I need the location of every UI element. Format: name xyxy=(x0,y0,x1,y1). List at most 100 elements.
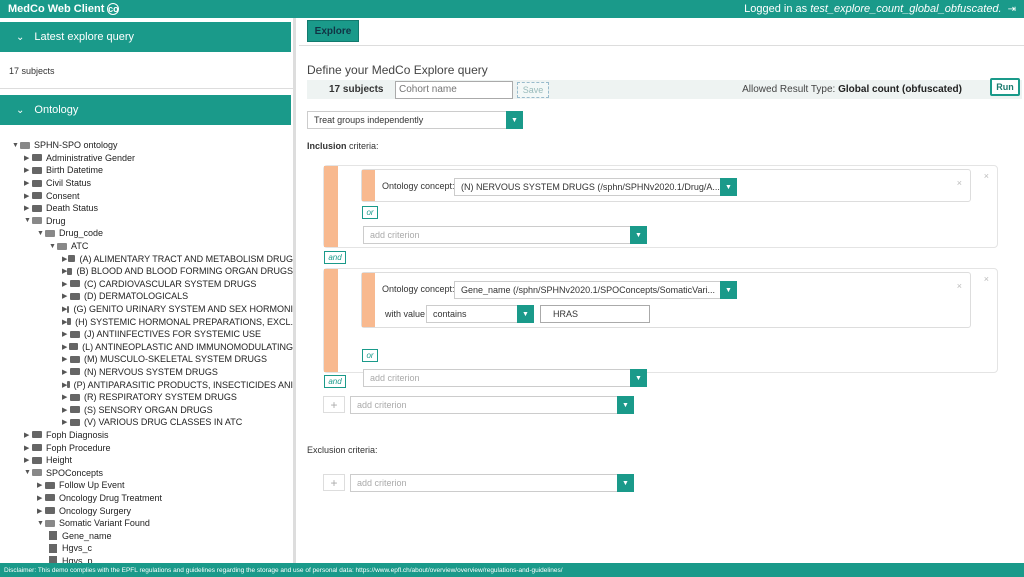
tree-node[interactable]: ▶ Death Status xyxy=(12,202,293,215)
tree-node[interactable]: ▶ (B) BLOOD AND BLOOD FORMING ORGAN DRUGS xyxy=(12,265,293,278)
tree-node-label: (S) SENSORY ORGAN DRUGS xyxy=(84,404,213,415)
tree-node[interactable]: ▼ Drug_code xyxy=(12,227,293,240)
tree-node[interactable]: ▶ Birth Datetime xyxy=(12,164,293,177)
tree-node[interactable]: ▶ (R) RESPIRATORY SYSTEM DRUGS xyxy=(12,391,293,404)
expand-right-icon[interactable]: ▶ xyxy=(62,330,70,338)
tree-node[interactable]: ▶ (D) DERMATOLOGICALS xyxy=(12,290,293,303)
tree-node[interactable]: ▶ (V) VARIOUS DRUG CLASSES IN ATC xyxy=(12,416,293,429)
folder-icon xyxy=(32,192,42,200)
close-icon[interactable]: × xyxy=(984,171,989,181)
add-criterion-select[interactable]: add criterion ▼ xyxy=(350,474,634,492)
expand-down-icon[interactable]: ▼ xyxy=(12,142,20,149)
tree-node[interactable]: ▶ Oncology Drug Treatment xyxy=(12,492,293,505)
ontology-header[interactable]: ⌄ Ontology xyxy=(0,95,291,125)
expand-right-icon[interactable]: ▶ xyxy=(62,368,70,376)
folder-icon xyxy=(67,381,70,389)
expand-down-icon[interactable]: ▼ xyxy=(24,217,32,224)
expand-right-icon[interactable]: ▶ xyxy=(24,192,32,200)
tree-node[interactable]: ▼ SPHN-SPO ontology xyxy=(12,139,293,152)
tree-node-label: (M) MUSCULO-SKELETAL SYSTEM DRUGS xyxy=(84,354,268,365)
tree-node[interactable]: ▶ (N) NERVOUS SYSTEM DRUGS xyxy=(12,366,293,379)
expand-right-icon[interactable]: ▶ xyxy=(24,456,32,464)
or-button[interactable]: or xyxy=(362,206,378,219)
tree-node[interactable]: ▶ Civil Status xyxy=(12,177,293,190)
add-group-button[interactable]: + xyxy=(323,396,345,413)
tree-node[interactable]: ▶ Height xyxy=(12,454,293,467)
expand-right-icon[interactable]: ▶ xyxy=(62,280,70,288)
tree-node[interactable]: ▼ ATC xyxy=(12,240,293,253)
expand-right-icon[interactable]: ▶ xyxy=(24,431,32,439)
expand-right-icon[interactable]: ▶ xyxy=(62,418,70,426)
add-criterion-select[interactable]: add criterion ▼ xyxy=(363,369,647,387)
tree-node[interactable]: ▶ (G) GENITO URINARY SYSTEM AND SEX HORMO… xyxy=(12,303,293,316)
expand-right-icon[interactable]: ▶ xyxy=(62,393,70,401)
expand-right-icon[interactable]: ▶ xyxy=(37,494,45,502)
operator-select[interactable]: contains ▼ xyxy=(426,305,534,323)
tree-node[interactable]: ▶ Consent xyxy=(12,189,293,202)
tree-node[interactable]: ▶ (S) SENSORY ORGAN DRUGS xyxy=(12,403,293,416)
expand-right-icon[interactable]: ▶ xyxy=(62,343,69,351)
chevron-down-icon: ▼ xyxy=(630,226,647,244)
tree-node-label: ATC xyxy=(71,241,89,252)
tree-node-label: Civil Status xyxy=(46,178,92,189)
expand-right-icon[interactable]: ▶ xyxy=(37,481,45,489)
folder-icon xyxy=(32,166,42,174)
expand-down-icon[interactable]: ▼ xyxy=(37,230,45,237)
ontology-concept-select[interactable]: (N) NERVOUS SYSTEM DRUGS (/sphn/SPHNv202… xyxy=(454,178,737,196)
and-button[interactable]: and xyxy=(324,251,346,264)
tree-node[interactable]: ▼ Somatic Variant Found xyxy=(12,517,293,530)
close-icon[interactable]: × xyxy=(984,274,989,284)
run-button[interactable]: Run xyxy=(990,78,1020,96)
and-button[interactable]: and xyxy=(324,375,346,388)
add-criterion-select[interactable]: add criterion ▼ xyxy=(350,396,634,414)
tree-node[interactable]: Gene_name xyxy=(12,529,293,542)
expand-right-icon[interactable]: ▶ xyxy=(24,154,32,162)
tree-node[interactable]: ▶ Foph Procedure xyxy=(12,441,293,454)
or-button[interactable]: or xyxy=(362,349,378,362)
expand-right-icon[interactable]: ▶ xyxy=(24,444,32,452)
add-criterion-select[interactable]: add criterion ▼ xyxy=(363,226,647,244)
tree-node[interactable]: ▶ (L) ANTINEOPLASTIC AND IMMUNOMODULATING xyxy=(12,341,293,354)
expand-right-icon[interactable]: ▶ xyxy=(24,166,32,174)
tree-node[interactable]: ▶ (M) MUSCULO-SKELETAL SYSTEM DRUGS xyxy=(12,353,293,366)
logout-icon[interactable]: ⇥ xyxy=(1008,4,1016,15)
tree-node[interactable]: ▶ (C) CARDIOVASCULAR SYSTEM DRUGS xyxy=(12,278,293,291)
tree-node[interactable]: ▶ (A) ALIMENTARY TRACT AND METABOLISM DRU… xyxy=(12,252,293,265)
cohort-name-input[interactable] xyxy=(395,80,513,99)
tree-node[interactable]: ▶ Follow Up Event xyxy=(12,479,293,492)
latest-query-header[interactable]: ⌄ Latest explore query xyxy=(0,22,291,52)
save-button[interactable]: Save xyxy=(517,81,549,98)
tree-node-label: (A) ALIMENTARY TRACT AND METABOLISM DRUG xyxy=(79,253,293,264)
tree-node[interactable]: Hgvs_p xyxy=(12,555,293,563)
expand-right-icon[interactable]: ▶ xyxy=(24,204,32,212)
tree-node[interactable]: Hgvs_c xyxy=(12,542,293,555)
folder-icon xyxy=(32,456,42,464)
tab-explore[interactable]: Explore xyxy=(307,20,359,42)
expand-right-icon[interactable]: ▶ xyxy=(37,507,45,515)
expand-down-icon[interactable]: ▼ xyxy=(49,243,57,250)
tree-node[interactable]: ▼ SPOConcepts xyxy=(12,466,293,479)
folder-icon xyxy=(70,355,80,363)
tree-node[interactable]: ▶ Administrative Gender xyxy=(12,152,293,165)
groups-mode-select[interactable]: Treat groups independently ▼ xyxy=(307,111,523,129)
tree-node[interactable]: ▼ Drug xyxy=(12,215,293,228)
tree-node[interactable]: ▶ Oncology Surgery xyxy=(12,504,293,517)
value-input[interactable]: HRAS xyxy=(540,305,650,323)
expand-down-icon[interactable]: ▼ xyxy=(37,520,45,527)
tree-node[interactable]: ▶ (J) ANTIINFECTIVES FOR SYSTEMIC USE xyxy=(12,328,293,341)
tree-node[interactable]: ▶ (P) ANTIPARASITIC PRODUCTS, INSECTICIDE… xyxy=(12,378,293,391)
ontology-concept-select[interactable]: Gene_name (/sphn/SPHNv2020.1/SPOConcepts… xyxy=(454,281,737,299)
expand-right-icon[interactable]: ▶ xyxy=(62,406,70,414)
folder-icon xyxy=(67,305,70,313)
close-icon[interactable]: × xyxy=(957,281,962,291)
tree-node[interactable]: ▶ (H) SYSTEMIC HORMONAL PREPARATIONS, EXC… xyxy=(12,315,293,328)
tree-node[interactable]: ▶ Foph Diagnosis xyxy=(12,429,293,442)
close-icon[interactable]: × xyxy=(957,178,962,188)
expand-right-icon[interactable]: ▶ xyxy=(62,292,70,300)
expand-right-icon[interactable]: ▶ xyxy=(24,179,32,187)
add-exclusion-group-button[interactable]: + xyxy=(323,474,345,491)
expand-right-icon[interactable]: ▶ xyxy=(62,355,70,363)
expand-down-icon[interactable]: ▼ xyxy=(24,469,32,476)
folder-icon xyxy=(70,330,80,338)
inclusion-group-1: × Ontology concept: (N) NERVOUS SYSTEM D… xyxy=(323,165,998,248)
